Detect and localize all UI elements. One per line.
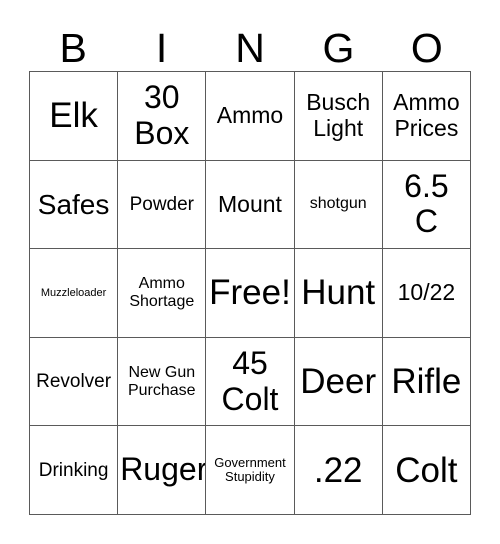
bingo-cell-label: New Gun Purchase	[127, 363, 196, 399]
bingo-cell-label: Muzzleloader	[40, 286, 107, 299]
bingo-cell-label: Ammo Prices	[393, 89, 460, 141]
bingo-cell-o4[interactable]: Rifle	[382, 337, 471, 427]
bingo-cell-label: Deer	[300, 362, 377, 401]
bingo-cell-label: 45 Colt	[221, 344, 279, 417]
bingo-cell-b4[interactable]: Revolver	[30, 337, 119, 427]
bingo-cell-n2[interactable]: Mount	[206, 160, 295, 250]
bingo-header-letter-b: B	[59, 25, 87, 71]
bingo-cell-label: Elk	[49, 96, 98, 136]
bingo-cell-b5[interactable]: Drinking	[30, 426, 119, 515]
bingo-header-row: B I N G O	[29, 14, 471, 71]
bingo-cell-n5[interactable]: Government Stupidity	[206, 426, 295, 515]
bingo-cell-label: Rifle	[391, 362, 462, 401]
bingo-cell-label: Hunt	[301, 273, 376, 313]
bingo-grid: Elk 30 Box Ammo Busch Light Ammo Prices …	[29, 71, 471, 515]
bingo-cell-n4[interactable]: 45 Colt	[206, 337, 295, 427]
bingo-cell-free-space[interactable]: Free!	[206, 249, 295, 338]
bingo-cell-label: Free!	[209, 273, 291, 313]
bingo-cell-label: Powder	[129, 193, 194, 215]
bingo-cell-i3[interactable]: Ammo Shortage	[118, 249, 207, 338]
bingo-cell-label: Mount	[218, 190, 282, 217]
bingo-cell-label: 6.5 C	[404, 167, 449, 240]
bingo-cell-g3[interactable]: Hunt	[294, 249, 383, 338]
bingo-cell-o3[interactable]: 10/22	[382, 249, 471, 338]
bingo-cell-o1[interactable]: Ammo Prices	[382, 72, 471, 161]
bingo-header-letter-i: I	[155, 25, 168, 71]
bingo-cell-label: 10/22	[397, 279, 456, 306]
bingo-card: B I N G O Elk 30 Box Ammo Busch Light Am…	[0, 0, 500, 544]
bingo-cell-g2[interactable]: shotgun	[294, 160, 383, 250]
bingo-cell-label: shotgun	[309, 195, 367, 213]
bingo-cell-label: Government Stupidity	[214, 454, 286, 485]
bingo-cell-o2[interactable]: 6.5 C	[382, 160, 471, 250]
bingo-cell-label: Revolver	[36, 370, 112, 392]
bingo-header-letter-o: O	[410, 25, 443, 71]
bingo-cell-label: Busch Light	[306, 89, 371, 141]
bingo-cell-label: Ammo Shortage	[129, 275, 195, 310]
bingo-header-letter-g: G	[322, 25, 355, 71]
bingo-cell-g5[interactable]: .22	[294, 426, 383, 515]
bingo-cell-label: 30 Box	[134, 78, 190, 151]
bingo-cell-label: Safes	[37, 188, 110, 220]
bingo-cell-label: Colt	[395, 450, 458, 490]
bingo-cell-i1[interactable]: 30 Box	[118, 72, 207, 161]
bingo-cell-b3[interactable]: Muzzleloader	[30, 249, 119, 338]
bingo-cell-i4[interactable]: New Gun Purchase	[118, 337, 207, 427]
bingo-header-letter-n: N	[235, 25, 265, 71]
bingo-cell-b1[interactable]: Elk	[30, 72, 119, 161]
bingo-cell-g4[interactable]: Deer	[294, 337, 383, 427]
bingo-cell-label: Ruger	[120, 451, 207, 488]
bingo-cell-label: .22	[313, 450, 363, 490]
bingo-cell-b2[interactable]: Safes	[30, 160, 119, 250]
bingo-cell-i2[interactable]: Powder	[118, 160, 207, 250]
bingo-cell-n1[interactable]: Ammo	[206, 72, 295, 161]
bingo-cell-o5[interactable]: Colt	[382, 426, 471, 515]
bingo-cell-label: Drinking	[38, 459, 109, 481]
bingo-cell-label: Ammo	[216, 101, 284, 128]
bingo-cell-g1[interactable]: Busch Light	[294, 72, 383, 161]
bingo-cell-i5[interactable]: Ruger	[118, 426, 207, 515]
